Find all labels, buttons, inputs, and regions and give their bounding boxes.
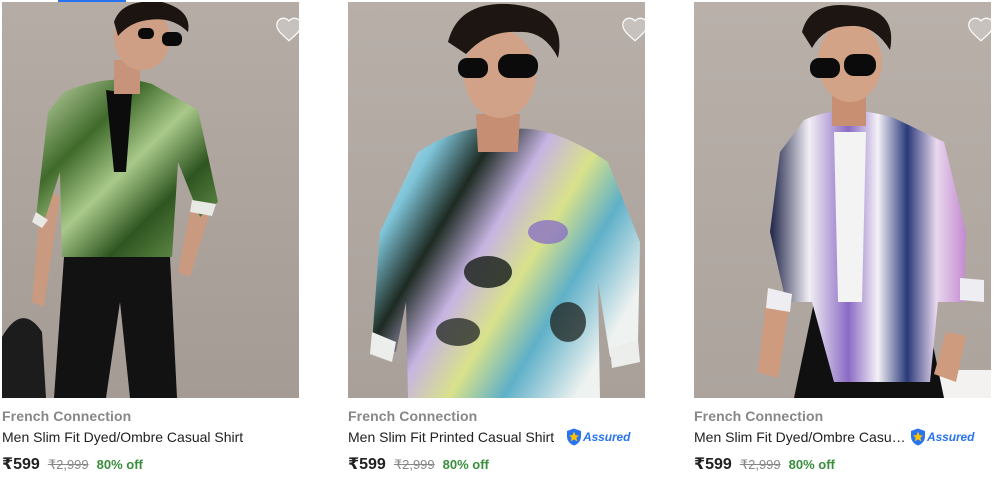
assured-label: Assured bbox=[583, 430, 631, 444]
assured-label: Assured bbox=[927, 430, 975, 444]
selling-price: ₹599 bbox=[348, 456, 386, 473]
original-price: ₹2,999 bbox=[393, 457, 435, 472]
original-price: ₹2,999 bbox=[739, 457, 781, 472]
price-row: ₹599 ₹2,999 80% off bbox=[694, 454, 835, 474]
product-image[interactable] bbox=[2, 2, 299, 398]
product-card[interactable]: French Connection Men Slim Fit Printed C… bbox=[346, 0, 646, 480]
assured-badge: Assured bbox=[910, 428, 974, 446]
product-title[interactable]: Men Slim Fit Dyed/Ombre Casual Shirt bbox=[2, 429, 243, 445]
selling-price: ₹599 bbox=[694, 456, 732, 473]
wishlist-heart-icon[interactable] bbox=[967, 16, 991, 42]
product-photo-blue-ombre-shirt bbox=[694, 2, 991, 398]
price-row: ₹599 ₹2,999 80% off bbox=[348, 454, 489, 474]
wishlist-heart-icon[interactable] bbox=[275, 16, 299, 42]
product-photo-printed-shirt bbox=[348, 2, 645, 398]
selling-price: ₹599 bbox=[2, 456, 40, 473]
product-title[interactable]: Men Slim Fit Printed Casual Shirt bbox=[348, 429, 554, 445]
discount-label: 80% off bbox=[96, 457, 143, 472]
product-brand: French Connection bbox=[348, 408, 478, 424]
product-card[interactable]: French Connection Men Slim Fit Dyed/Ombr… bbox=[0, 0, 300, 480]
product-title[interactable]: Men Slim Fit Dyed/Ombre Casua... bbox=[694, 429, 906, 445]
original-price: ₹2,999 bbox=[47, 457, 89, 472]
product-card[interactable]: French Connection Men Slim Fit Dyed/Ombr… bbox=[692, 0, 992, 480]
product-grid: French Connection Men Slim Fit Dyed/Ombr… bbox=[0, 0, 996, 480]
product-image[interactable] bbox=[348, 2, 645, 398]
assured-shield-icon bbox=[567, 428, 581, 446]
discount-label: 80% off bbox=[442, 457, 489, 472]
assured-shield-icon bbox=[911, 428, 925, 446]
product-brand: French Connection bbox=[2, 408, 132, 424]
product-brand: French Connection bbox=[694, 408, 824, 424]
product-image[interactable] bbox=[694, 2, 991, 398]
discount-label: 80% off bbox=[788, 457, 835, 472]
price-row: ₹599 ₹2,999 80% off bbox=[2, 454, 143, 474]
product-photo-green-ombre-shirt bbox=[2, 2, 299, 398]
assured-badge: Assured bbox=[566, 428, 630, 446]
wishlist-heart-icon[interactable] bbox=[621, 16, 645, 42]
